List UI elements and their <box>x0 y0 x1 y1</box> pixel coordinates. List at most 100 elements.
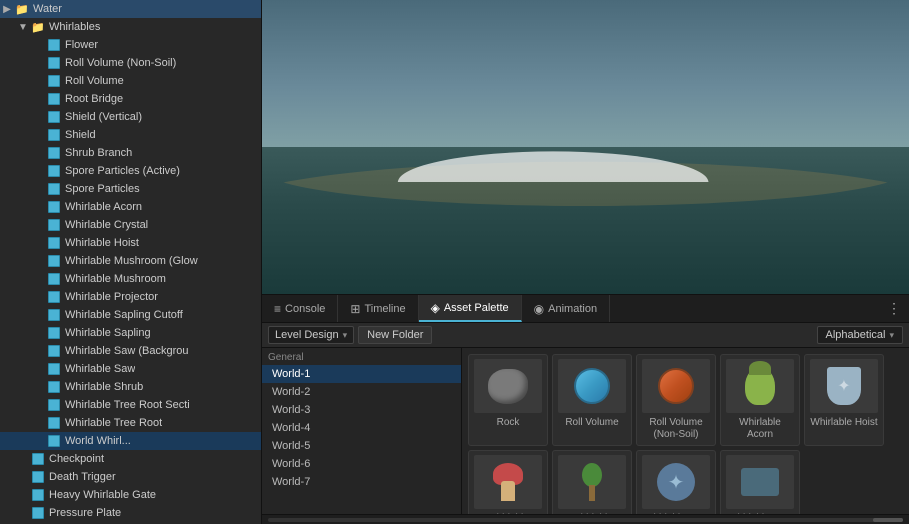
asset-palette-icon: ◈ <box>431 301 440 315</box>
tab-asset-palette[interactable]: ◈ Asset Palette <box>419 295 522 322</box>
sort-dropdown[interactable]: Alphabetical ▾ <box>817 326 903 344</box>
tree-item-flower[interactable]: Flower <box>0 36 261 54</box>
asset-card-whirlable-saw-bg[interactable]: Whirlable Saw (Background) <box>720 450 800 514</box>
tree-item-whirlable-acorn[interactable]: Whirlable Acorn <box>0 198 261 216</box>
animation-icon: ◉ <box>534 302 544 316</box>
tree-item-death-trigger[interactable]: Death Trigger <box>0 468 261 486</box>
asset-shape <box>574 368 610 404</box>
tree-item-whirlable-shrub[interactable]: Whirlable Shrub <box>0 378 261 396</box>
tree-label: Whirlable Hoist <box>65 237 139 249</box>
tree-label: Whirlable Sapling <box>65 327 151 339</box>
scrollbar-thumb[interactable] <box>873 518 903 522</box>
asset-thumbnail <box>810 359 878 413</box>
tree-item-shield-vertical[interactable]: Shield (Vertical) <box>0 108 261 126</box>
asset-card-whirlable-saw[interactable]: ✦ Whirlable Saw <box>636 450 716 514</box>
bottom-panel: ≡ Console ⊞ Timeline ◈ Asset Palette ◉ A… <box>262 294 909 524</box>
tree-item-root-bridge[interactable]: Root Bridge <box>0 90 261 108</box>
asset-shape <box>658 368 694 404</box>
tab-console[interactable]: ≡ Console <box>262 295 338 322</box>
tree-item-shrub-branch[interactable]: Shrub Branch <box>0 144 261 162</box>
folder-item-world-2[interactable]: World-2 <box>262 383 461 401</box>
asset-card-roll-volume[interactable]: Roll Volume <box>552 354 632 446</box>
right-panel: ≡ Console ⊞ Timeline ◈ Asset Palette ◉ A… <box>262 0 909 524</box>
tree-item-water[interactable]: ▶ 📁 Water <box>0 0 261 18</box>
asset-thumbnail <box>726 359 794 413</box>
folder-list: GeneralWorld-1World-2World-3World-4World… <box>262 348 462 514</box>
asset-thumbnail <box>726 455 794 509</box>
tab-timeline[interactable]: ⊞ Timeline <box>338 295 418 322</box>
design-label: Level Design <box>275 329 339 341</box>
asset-shape: ✦ <box>657 463 695 501</box>
tab-bar: ≡ Console ⊞ Timeline ◈ Asset Palette ◉ A… <box>262 295 909 323</box>
tree-label: Roll Volume (Non-Soil) <box>65 57 176 69</box>
tree-label: Roll Volume <box>65 75 124 87</box>
tree-item-whirlable-saw-background[interactable]: Whirlable Saw (Backgrou <box>0 342 261 360</box>
tree-item-pressure-plate[interactable]: Pressure Plate <box>0 504 261 522</box>
asset-thumbnail: ✦ <box>642 455 710 509</box>
item-icon <box>46 181 62 197</box>
folder-item-world-1[interactable]: World-1 <box>262 365 461 383</box>
asset-label: Roll Volume <box>565 417 618 429</box>
tree-item-spore-particles-active[interactable]: Spore Particles (Active) <box>0 162 261 180</box>
folder-item-world-5[interactable]: World-5 <box>262 437 461 455</box>
tab-animation[interactable]: ◉ Animation <box>522 295 610 322</box>
tree-item-checkpoint[interactable]: Checkpoint <box>0 450 261 468</box>
asset-thumbnail <box>558 455 626 509</box>
asset-card-whirlable-sapling[interactable]: Whirlable Sapling <box>552 450 632 514</box>
folder-icon: 📁 <box>30 19 46 35</box>
tree-item-world-whirl[interactable]: World Whirl... <box>0 432 261 450</box>
tree-item-whirlables[interactable]: ▼ 📁 Whirlables <box>0 18 261 36</box>
item-icon <box>46 235 62 251</box>
tree-item-whirlable-mushroom-glow[interactable]: Whirlable Mushroom (Glow <box>0 252 261 270</box>
console-icon: ≡ <box>274 302 281 316</box>
tree-item-whirlable-saw[interactable]: Whirlable Saw <box>0 360 261 378</box>
asset-card-roll-volume-ns[interactable]: Roll Volume (Non-Soil) <box>636 354 716 446</box>
design-dropdown[interactable]: Level Design ▾ <box>268 326 354 344</box>
asset-card-whirlable-mushroom[interactable]: Whirlable Mushroom <box>468 450 548 514</box>
tree-item-whirlable-sapling-cutoff[interactable]: Whirlable Sapling Cutoff <box>0 306 261 324</box>
tree-item-whirlable-mushroom[interactable]: Whirlable Mushroom <box>0 270 261 288</box>
asset-card-rock[interactable]: Rock <box>468 354 548 446</box>
item-icon <box>46 361 62 377</box>
tree-arrow: ▶ <box>0 4 14 15</box>
tree-item-spore-particles[interactable]: Spore Particles <box>0 180 261 198</box>
new-folder-button[interactable]: New Folder <box>358 326 432 344</box>
tree-item-whirlable-sapling[interactable]: Whirlable Sapling <box>0 324 261 342</box>
tree-item-whirlable-crystal[interactable]: Whirlable Crystal <box>0 216 261 234</box>
main-area: ▶ 📁 Water ▼ 📁 Whirlables Flower Roll Vol… <box>0 0 909 524</box>
tree-label: Whirlable Crystal <box>65 219 148 231</box>
item-icon <box>30 487 46 503</box>
item-icon <box>46 415 62 431</box>
tree-item-roll-volume[interactable]: Roll Volume <box>0 72 261 90</box>
asset-card-whirlable-acorn[interactable]: Whirlable Acorn <box>720 354 800 446</box>
asset-thumbnail <box>474 359 542 413</box>
tree-item-roll-volume-ns[interactable]: Roll Volume (Non-Soil) <box>0 54 261 72</box>
tree-item-whirlable-tree-root-section[interactable]: Whirlable Tree Root Secti <box>0 396 261 414</box>
tree-label: Whirlable Tree Root Secti <box>65 399 190 411</box>
tree-item-heavy-whirlable-gate[interactable]: Heavy Whirlable Gate <box>0 486 261 504</box>
tab-console-label: Console <box>285 303 325 315</box>
tree-label: Water <box>33 3 62 15</box>
folder-item-world-4[interactable]: World-4 <box>262 419 461 437</box>
tree-label: Whirlable Mushroom <box>65 273 166 285</box>
asset-card-whirlable-hoist[interactable]: Whirlable Hoist <box>804 354 884 446</box>
more-button[interactable]: ⋮ <box>879 300 909 317</box>
asset-grid: Rock Roll Volume Roll Volume (Non-Soil) … <box>462 348 909 514</box>
tree-item-whirlable-projector[interactable]: Whirlable Projector <box>0 288 261 306</box>
tree-item-whirlable-hoist[interactable]: Whirlable Hoist <box>0 234 261 252</box>
asset-thumbnail <box>558 359 626 413</box>
tree-item-whirlable-tree-root[interactable]: Whirlable Tree Root <box>0 414 261 432</box>
folder-item-world-3[interactable]: World-3 <box>262 401 461 419</box>
tree-label: Whirlable Saw (Backgrou <box>65 345 189 357</box>
tree-label: Death Trigger <box>49 471 116 483</box>
asset-shape <box>488 369 528 404</box>
folder-item-world-6[interactable]: World-6 <box>262 455 461 473</box>
folder-item-world-7[interactable]: World-7 <box>262 473 461 491</box>
tree-label: Whirlable Shrub <box>65 381 143 393</box>
item-icon <box>30 469 46 485</box>
tree-label: Shrub Branch <box>65 147 132 159</box>
scrollbar-track[interactable] <box>268 518 903 522</box>
item-icon <box>46 325 62 341</box>
tree-label: Shield <box>65 129 96 141</box>
tree-item-shield[interactable]: Shield <box>0 126 261 144</box>
